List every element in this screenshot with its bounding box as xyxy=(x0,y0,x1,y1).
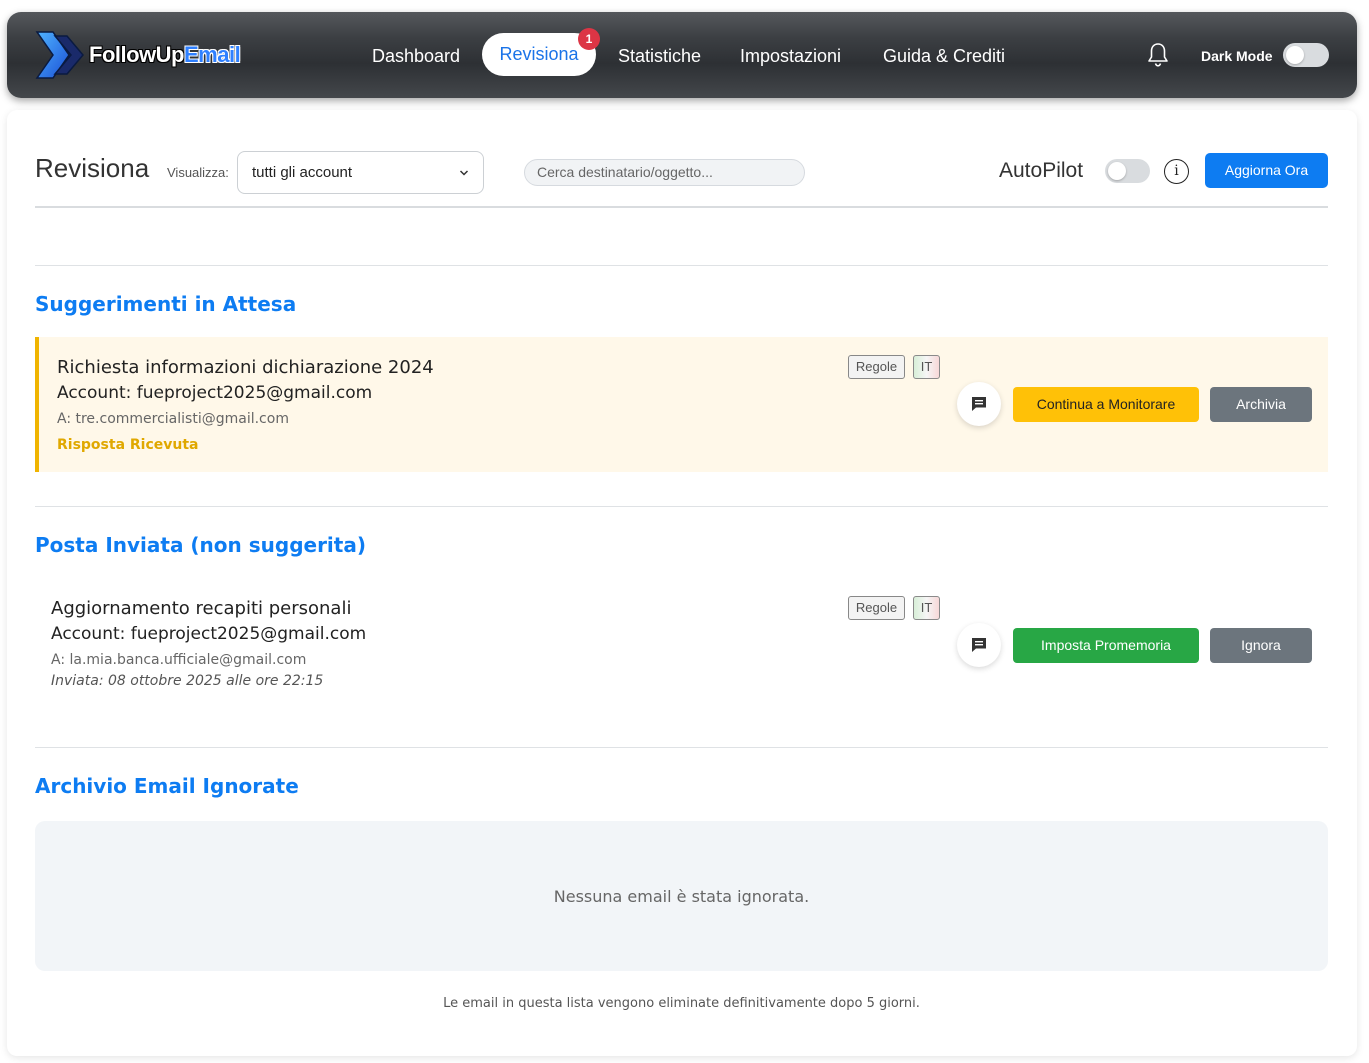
autopilot-toggle[interactable] xyxy=(1105,159,1150,183)
dark-mode-toggle[interactable] xyxy=(1283,43,1329,67)
logo-chevrons-icon xyxy=(35,31,84,79)
email-subject: Richiesta informazioni dichiarazione 202… xyxy=(57,357,434,378)
email-recipient: A: la.mia.banca.ufficiale@gmail.com xyxy=(51,652,307,668)
tag-language[interactable]: IT xyxy=(913,596,940,620)
pending-email-item: Richiesta informazioni dichiarazione 202… xyxy=(35,337,1328,472)
empty-state-text: Nessuna email è stata ignorata. xyxy=(553,887,810,906)
ignore-button[interactable]: Ignora xyxy=(1210,628,1312,663)
info-icon[interactable]: i xyxy=(1164,159,1189,184)
email-account: Account: fueproject2025@gmail.com xyxy=(57,383,373,403)
nav-impostazioni[interactable]: Impostazioni xyxy=(740,42,841,72)
tag-language[interactable]: IT xyxy=(913,355,940,379)
ignored-empty-state: Nessuna email è stata ignorata. xyxy=(35,821,1328,971)
account-select[interactable]: tutti gli account xyxy=(237,151,484,194)
email-recipient: A: tre.commercialisti@gmail.com xyxy=(57,411,289,427)
comment-icon xyxy=(972,638,986,652)
search-input[interactable]: Cerca destinatario/oggetto... xyxy=(524,159,805,186)
refresh-button[interactable]: Aggiorna Ora xyxy=(1205,153,1328,188)
email-sent-date: Inviata: 08 ottobre 2025 alle ore 22:15 xyxy=(51,673,324,689)
section-title-ignored: Archivio Email Ignorate xyxy=(35,774,299,798)
divider xyxy=(35,206,1328,208)
chevron-down-icon xyxy=(459,152,469,193)
page-title: Revisiona xyxy=(35,153,150,183)
top-navbar: FollowUpEmail Dashboard Revisiona 1 Stat… xyxy=(7,12,1357,98)
bell-icon[interactable] xyxy=(1146,42,1170,72)
divider xyxy=(35,747,1328,748)
tag-regole[interactable]: Regole xyxy=(848,596,905,620)
comment-button[interactable] xyxy=(957,623,1001,667)
view-label: Visualizza: xyxy=(167,165,229,180)
divider xyxy=(35,265,1328,266)
email-account: Account: fueproject2025@gmail.com xyxy=(51,624,367,644)
retention-footnote: Le email in questa lista vengono elimina… xyxy=(443,996,920,1011)
section-title-pending: Suggerimenti in Attesa xyxy=(35,292,297,316)
tag-regole[interactable]: Regole xyxy=(848,355,905,379)
toggle-knob xyxy=(1108,162,1126,180)
sent-email-item: Aggiornamento recapiti personali Account… xyxy=(35,578,1328,718)
nav-statistiche[interactable]: Statistiche xyxy=(618,42,701,72)
comment-icon xyxy=(972,397,986,411)
email-status: Risposta Ricevuta xyxy=(57,437,199,453)
logo-text: FollowUpEmail xyxy=(89,42,241,67)
toggle-knob xyxy=(1286,46,1304,64)
nav-revisiona-badge: 1 xyxy=(578,28,600,50)
divider xyxy=(35,506,1328,507)
archive-button[interactable]: Archivia xyxy=(1210,387,1312,422)
dark-mode-label: Dark Mode xyxy=(1201,48,1273,64)
account-select-value: tutti gli account xyxy=(252,164,353,181)
continue-monitoring-button[interactable]: Continua a Monitorare xyxy=(1013,387,1199,422)
nav-dashboard[interactable]: Dashboard xyxy=(372,42,460,72)
nav-guida-crediti[interactable]: Guida & Crediti xyxy=(883,42,1005,72)
app-logo[interactable]: FollowUpEmail xyxy=(35,30,241,80)
email-subject: Aggiornamento recapiti personali xyxy=(51,598,352,619)
section-title-sent: Posta Inviata (non suggerita) xyxy=(35,533,366,557)
autopilot-label: AutoPilot xyxy=(999,159,1084,182)
comment-button[interactable] xyxy=(957,382,1001,426)
set-reminder-button[interactable]: Imposta Promemoria xyxy=(1013,628,1199,663)
